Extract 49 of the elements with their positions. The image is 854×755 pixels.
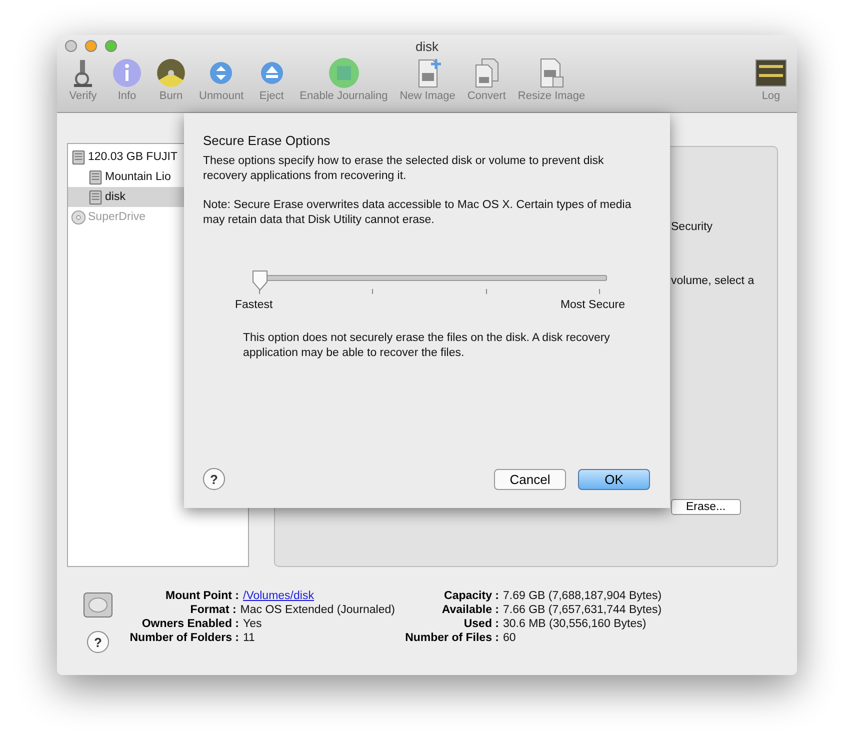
info-label: Number of Folders : [128,631,239,645]
window-title: disk [415,38,439,54]
info-label: Format : [189,603,236,617]
toolbar-button[interactable]: Verify [63,57,103,102]
instruction-text: volume, select a [671,275,756,287]
info-value: 60 [503,631,516,645]
info-label: Capacity : [443,589,499,603]
help-button[interactable]: ? [203,468,225,490]
toolbar-button[interactable]: Burn [151,57,191,102]
toolbar-button[interactable]: Resize Image [514,57,590,102]
slider-min-label: Fastest [235,299,273,311]
toolbar-button[interactable]: Enable Journaling [296,57,392,102]
info-value: 30.6 MB (30,556,160 Bytes) [503,617,646,631]
mount-point-link[interactable]: /Volumes/disk [243,589,314,603]
info-value: 11 [243,631,255,645]
option-description: This option does not securely erase the files on the disk. A disk recovery application may be able to recover the files. [243,331,611,361]
info-value: 7.69 GB (7,688,187,904 Bytes) [503,589,662,603]
description-text: These options specify how to erase the selected disk or volume to prevent disk recovery applications from recovering it. [203,154,605,184]
info-value: 7.66 GB (7,657,631,744 Bytes) [503,603,662,617]
info-value: Mac OS Extended (Journaled) [240,603,395,617]
info-icon [111,57,143,89]
hard-drive-icon [71,150,86,164]
volume-icon [88,190,103,204]
slider-thumb[interactable] [251,270,269,292]
toolbar-button[interactable]: New Image [396,57,460,102]
help-button[interactable]: ? [87,631,109,653]
zoom-button[interactable] [105,40,117,52]
disc-icon [71,210,86,224]
toolbar-button[interactable]: Unmount [195,57,248,102]
slider-max-label: Most Secure [560,299,625,311]
info-label: Owners Enabled : [140,617,239,631]
cancel-button[interactable]: Cancel [494,468,566,490]
toolbar-button[interactable]: Eject [252,57,292,102]
info-label: Mount Point : [164,589,239,603]
info-label: Used : [462,617,499,631]
ok-button[interactable]: OK [578,468,650,490]
minimize-button[interactable] [85,40,97,52]
info-value: Yes [243,617,262,631]
volume-icon [88,170,103,184]
erase-button[interactable]: Erase... [671,499,741,515]
info-label: Available : [440,603,499,617]
toolbar-button[interactable]: Info [107,57,147,102]
info-label: Number of Files : [404,631,499,645]
instruction-text: Security [671,221,714,233]
toolbar-button[interactable]: Log [751,57,791,102]
log-display-icon [755,57,787,89]
toolbar-button[interactable]: Convert [463,57,510,102]
sheet-title: Secure Erase Options [203,133,332,148]
close-button[interactable] [65,40,77,52]
